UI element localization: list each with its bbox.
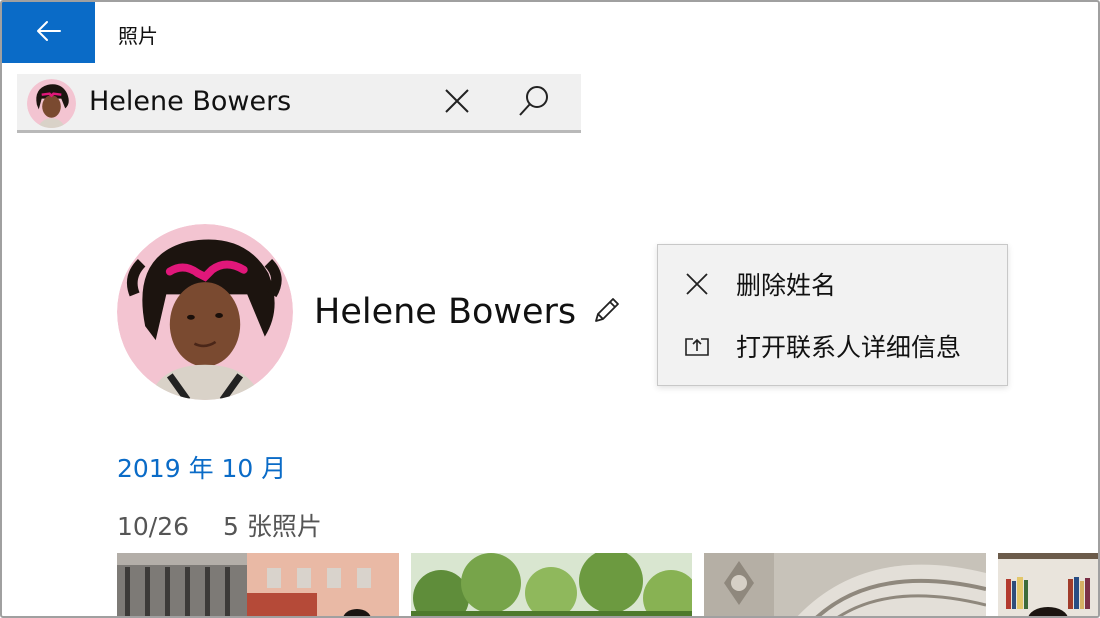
search-icon	[517, 84, 551, 122]
month-header[interactable]: 2019 年 10 月	[117, 449, 286, 485]
search-person-avatar	[27, 79, 76, 128]
pencil-icon	[592, 295, 622, 329]
photo-thumbnail[interactable]	[998, 553, 1098, 616]
clear-search-button[interactable]	[437, 86, 477, 120]
photo-thumbnail[interactable]	[117, 553, 399, 616]
photo-count: 5 张照片	[223, 512, 322, 541]
app-title: 照片	[118, 24, 158, 48]
person-context-menu: 删除姓名 打开联系人详细信息	[657, 244, 1008, 386]
menu-item-label: 打开联系人详细信息	[736, 333, 962, 362]
day-group-header: 10/26 5 张照片	[117, 507, 322, 543]
photo-thumbnail[interactable]	[704, 553, 986, 616]
edit-name-button[interactable]	[587, 294, 627, 330]
close-icon	[444, 88, 470, 118]
photo-thumbnail[interactable]	[411, 553, 692, 616]
menu-item-remove-name[interactable]: 删除姓名	[658, 254, 1007, 314]
day-date: 10/26	[117, 512, 190, 541]
menu-item-label: 删除姓名	[736, 271, 837, 300]
back-arrow-icon	[36, 20, 62, 46]
close-icon	[682, 269, 712, 299]
search-box[interactable]: Helene Bowers	[17, 74, 581, 133]
person-name: Helene Bowers	[314, 292, 577, 332]
photos-window: 照片 Helene Bowers Helene Bowers 删除姓名 打开联系…	[0, 0, 1100, 618]
menu-item-open-contact-details[interactable]: 打开联系人详细信息	[658, 316, 1007, 376]
person-avatar	[117, 224, 293, 400]
back-button[interactable]	[2, 2, 95, 63]
search-button[interactable]	[512, 84, 556, 122]
open-contact-icon	[682, 331, 712, 361]
search-input[interactable]: Helene Bowers	[89, 86, 291, 117]
